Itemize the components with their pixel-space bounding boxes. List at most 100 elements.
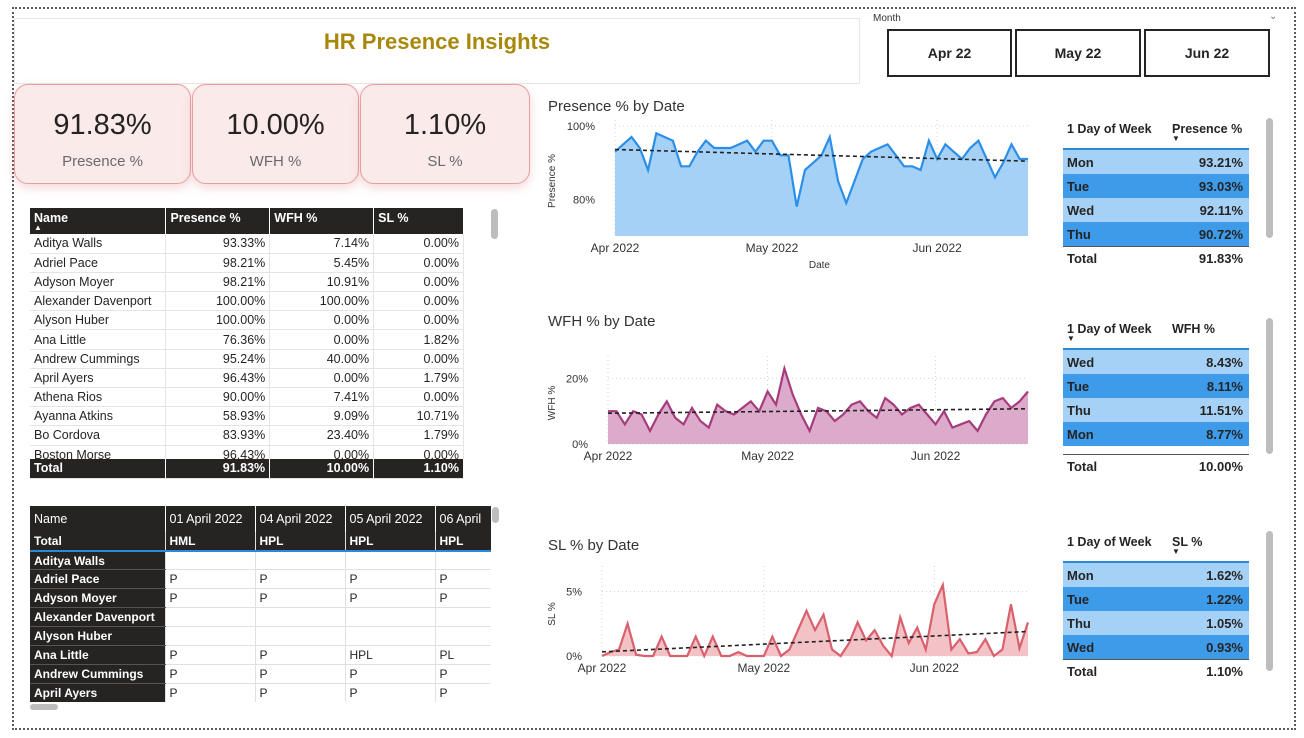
column-header-label: 1 Day of Week [1067, 122, 1152, 136]
table-row[interactable]: Ana Little 76.36% 0.00% 1.82% [30, 329, 464, 350]
chart-title-wfh: WFH % by Date [548, 313, 656, 330]
attendance-cell: P [165, 645, 256, 665]
table-row[interactable]: Athena Rios 90.00% 7.41% 0.00% [30, 387, 464, 408]
table-row[interactable]: Andrew Cummings 95.24% 40.00% 0.00% [30, 349, 464, 369]
total-label: Total [30, 532, 166, 552]
presence-area-chart[interactable]: 100% 80% Apr 2022 May 2022 Jun 2022 Date Prese… [540, 116, 1040, 276]
table-row[interactable]: Bo Cordova 83.93% 23.40% 1.79% [30, 425, 464, 446]
table-row[interactable]: Ayanna Atkins 58.93% 9.09% 10.71% [30, 406, 464, 427]
attendance-cell [165, 550, 256, 571]
table-row[interactable]: Tue 93.03% [1063, 174, 1249, 198]
kpi-value: 91.83% [53, 109, 152, 141]
wfh-value: 100.00% [269, 291, 375, 312]
sort-descending-icon[interactable]: ▼ [1067, 335, 1168, 343]
table-row[interactable]: Alexander Davenport 100.00% 100.00% 0.00% [30, 291, 464, 312]
table-row[interactable]: April Ayers 96.43% 0.00% 1.79% [30, 368, 464, 389]
sl-area-chart[interactable]: 5%0%Apr 2022 May 2022 Jun 2022SL % [540, 564, 1040, 679]
table-row[interactable]: Wed 92.11% [1063, 198, 1249, 222]
kpi-card-presence[interactable]: 91.83% Presence % [14, 84, 191, 184]
column-header-presence[interactable]: Presence % [165, 208, 271, 234]
table-row[interactable]: Adriel Pace 98.21% 5.45% 0.00% [30, 253, 464, 273]
wfh-value: 7.14% [269, 234, 375, 254]
table-row[interactable]: Wed 8.43% [1063, 350, 1249, 374]
report-canvas: HR Presence Insights Month ⌄ Apr 22 May … [0, 0, 1304, 738]
sl-value: 0.00% [373, 387, 464, 408]
table-row[interactable]: Thu 11.51% [1063, 398, 1249, 422]
column-header-name[interactable]: Name ▲ [30, 208, 167, 234]
column-header-date[interactable]: 06 April [435, 506, 491, 532]
area-fill [608, 368, 1028, 444]
dow-sl-scrollbar[interactable] [1266, 531, 1273, 671]
table-row[interactable]: Alexander Davenport [30, 607, 491, 627]
x-tick-label: May 2022 [738, 661, 791, 675]
attendance-cell: P [255, 569, 346, 590]
table-row[interactable]: Mon 1.62% [1063, 563, 1249, 587]
slicer-option-may[interactable]: May 22 [1015, 29, 1141, 77]
kpi-value: 10.00% [226, 109, 325, 141]
table-row[interactable]: Alyson Huber [30, 626, 491, 646]
column-header-wfh[interactable]: WFH % [269, 208, 375, 234]
table-row[interactable]: Tue 1.22% [1063, 587, 1249, 611]
attendance-cell [345, 607, 436, 627]
attendance-cell [435, 607, 491, 627]
table-row[interactable]: Adriel Pace P P P P [30, 569, 491, 590]
column-header-date[interactable]: 01 April 2022 [165, 506, 256, 532]
dow-table-sl: 1 Day of Week SL % ▼ Mon 1.62% Tue 1.22% Thu 1.0… [1063, 531, 1249, 683]
x-tick-label: Jun 2022 [910, 661, 960, 675]
attendance-cell: P [435, 683, 491, 702]
table-row[interactable]: Mon 8.77% [1063, 422, 1249, 446]
table-row[interactable]: April Ayers P P P P [30, 683, 491, 702]
column-header-day[interactable]: 1 Day of Week [1063, 118, 1168, 150]
attendance-cell: P [255, 683, 346, 702]
table-row[interactable]: Thu 1.05% [1063, 611, 1249, 635]
column-header-metric[interactable]: Presence % ▼ [1168, 118, 1249, 150]
wfh-area-chart[interactable]: 20%0%Apr 2022 May 2022 Jun 2022WFH % [540, 352, 1040, 467]
table-row[interactable]: Aditya Walls [30, 550, 491, 571]
y-tick-label: 20% [566, 373, 588, 385]
slicer-option-jun[interactable]: Jun 22 [1144, 29, 1270, 77]
column-header-date[interactable]: 05 April 2022 [345, 506, 436, 532]
column-header-day[interactable]: 1 Day of Week ▼ [1063, 318, 1168, 350]
table-row[interactable]: Alyson Huber 100.00% 0.00% 0.00% [30, 310, 464, 331]
column-header-name[interactable]: Name [30, 506, 166, 532]
kpi-card-wfh[interactable]: 10.00% WFH % [192, 84, 359, 184]
attendance-cell: P [255, 588, 346, 609]
table-row[interactable]: Adyson Moyer 98.21% 10.91% 0.00% [30, 272, 464, 293]
chevron-down-icon[interactable]: ⌄ [1269, 11, 1277, 22]
table-row[interactable]: Mon 93.21% [1063, 150, 1249, 174]
area-fill [615, 133, 1028, 236]
column-header-metric[interactable]: SL % ▼ [1168, 531, 1249, 563]
kpi-card-sl[interactable]: 1.10% SL % [360, 84, 530, 184]
employee-name: Adriel Pace [30, 253, 167, 273]
sort-descending-icon[interactable]: ▼ [1172, 548, 1249, 556]
sort-ascending-icon[interactable]: ▲ [34, 224, 161, 232]
wfh-value: 0.00% [269, 310, 375, 331]
column-header-metric[interactable]: WFH % [1168, 318, 1249, 350]
attendance-matrix-scrollbar-horizontal[interactable] [30, 704, 58, 710]
column-header-date[interactable]: 04 April 2022 [255, 506, 346, 532]
slicer-option-apr[interactable]: Apr 22 [887, 29, 1012, 77]
column-header-sl[interactable]: SL % [373, 208, 464, 234]
table-row[interactable]: Thu 90.72% [1063, 222, 1249, 246]
sl-value: 0.00% [373, 253, 464, 273]
table-row[interactable]: Wed 0.93% [1063, 635, 1249, 659]
employee-table-scrollbar[interactable] [491, 209, 498, 239]
dow-presence-scrollbar[interactable] [1266, 118, 1273, 238]
dow-wfh-scrollbar[interactable] [1266, 318, 1273, 454]
table-row[interactable]: Tue 8.11% [1063, 374, 1249, 398]
attendance-matrix-scrollbar-vertical[interactable] [492, 507, 499, 523]
day-label: Tue [1067, 178, 1090, 194]
total-sl: 1.10% [373, 459, 464, 479]
sl-value: 0.00% [373, 234, 464, 254]
employee-name: Adyson Moyer [30, 272, 167, 293]
table-row[interactable]: Andrew Cummings P P P P [30, 664, 491, 684]
table-row[interactable]: Aditya Walls 93.33% 7.14% 0.00% [30, 234, 464, 254]
table-row[interactable]: Ana Little P P HPL PL [30, 645, 491, 665]
dow-table-presence: 1 Day of Week Presence % ▼ Mon 93.21% Tue 93.0… [1063, 118, 1249, 270]
sort-descending-icon[interactable]: ▼ [1172, 135, 1249, 143]
table-row[interactable]: Adyson Moyer P P P P [30, 588, 491, 609]
employee-name: Andrew Cummings [30, 349, 167, 369]
total-cell: HPL [255, 532, 346, 552]
column-header-day[interactable]: 1 Day of Week [1063, 531, 1168, 563]
day-label: Tue [1067, 591, 1090, 607]
